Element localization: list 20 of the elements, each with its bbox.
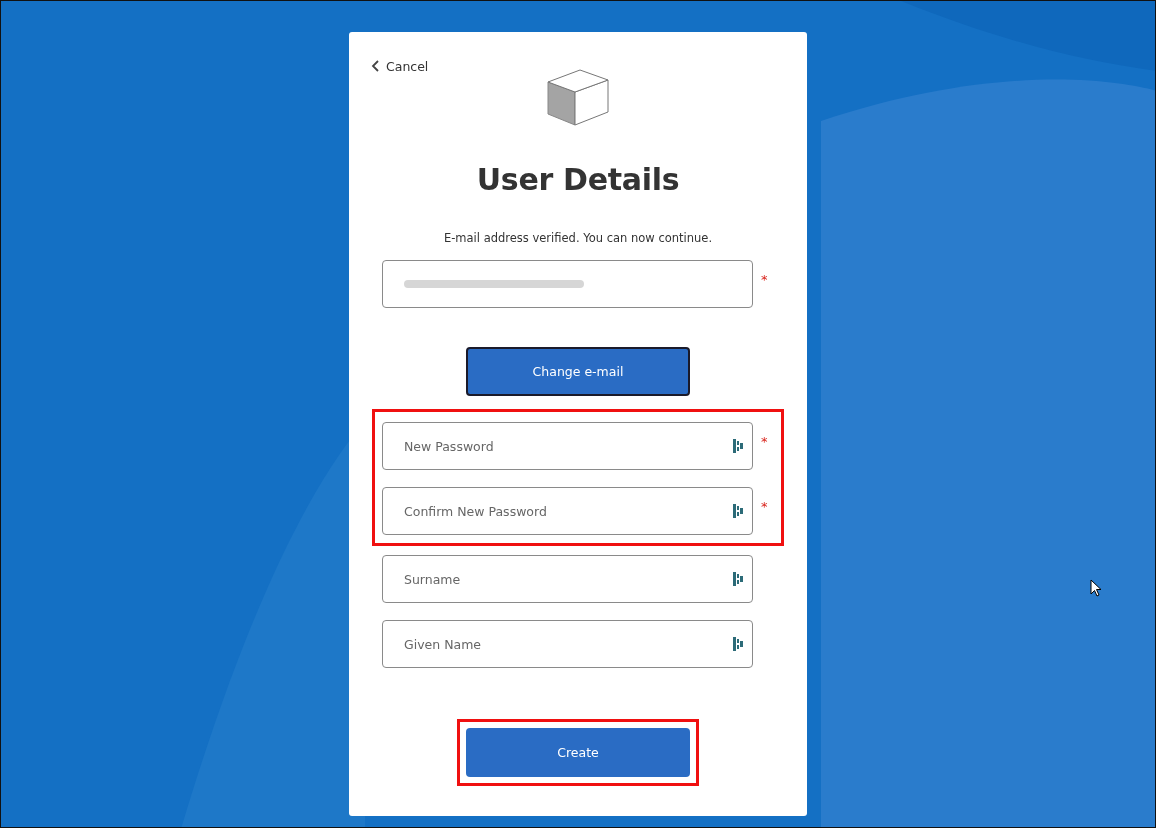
mouse-pointer-icon bbox=[1090, 579, 1102, 597]
page-title: User Details bbox=[476, 162, 680, 197]
password-manager-icon[interactable] bbox=[733, 504, 743, 518]
password-manager-icon[interactable] bbox=[733, 637, 743, 651]
password-manager-icon[interactable] bbox=[733, 572, 743, 586]
input-field[interactable]: Confirm New Password bbox=[382, 487, 753, 535]
password-manager-icon[interactable] bbox=[733, 439, 743, 453]
input-field[interactable]: Surname bbox=[382, 555, 753, 603]
chevron-left-icon bbox=[371, 60, 379, 72]
cancel-link[interactable]: Cancel bbox=[371, 58, 429, 74]
status-message: E-mail address verified. You can now continue. bbox=[443, 231, 713, 245]
required-marker: * bbox=[761, 499, 768, 514]
required-marker: * bbox=[761, 434, 768, 449]
cube-icon bbox=[547, 68, 609, 126]
input-field[interactable]: New Password bbox=[382, 422, 753, 470]
create-button[interactable]: Create bbox=[466, 728, 690, 777]
change-email-button[interactable]: Change e-mail bbox=[466, 347, 690, 396]
required-marker: * bbox=[761, 272, 768, 287]
input-field[interactable]: Given Name bbox=[382, 620, 753, 668]
email-field[interactable] bbox=[382, 260, 753, 308]
